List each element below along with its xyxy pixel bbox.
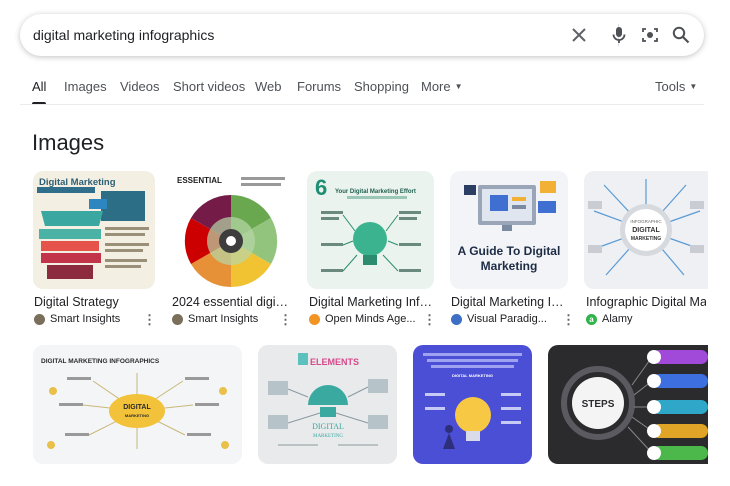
- thumb-headline-line1: A Guide To Digital: [458, 244, 561, 258]
- thumb-headline-line2: Marketing: [481, 259, 538, 273]
- tab-all[interactable]: All: [32, 79, 46, 94]
- caret-down-icon: ▼: [689, 82, 698, 91]
- microphone-icon[interactable]: [609, 25, 629, 45]
- image-title[interactable]: Digital Strategy: [34, 295, 154, 309]
- tab-web[interactable]: Web: [255, 79, 282, 94]
- source-name: Smart Insights: [50, 313, 121, 325]
- thumb-line3: MARKETING: [631, 236, 661, 242]
- thumb-title: Digital Marketing: [39, 177, 116, 188]
- thumb-line1: INFOGRAPHIC: [630, 219, 662, 224]
- tab-videos[interactable]: Videos: [120, 79, 160, 94]
- image-thumb-essential-digital[interactable]: ESSENTIAL: [171, 171, 291, 289]
- image-source[interactable]: Visual Paradig...: [451, 313, 547, 325]
- thumb-center-label: STEPS: [582, 399, 615, 410]
- tab-more-label: More: [421, 79, 451, 94]
- thumb-line2: DIGITAL: [312, 422, 344, 431]
- caret-down-icon: ▼: [454, 82, 463, 91]
- tab-forums[interactable]: Forums: [297, 79, 341, 94]
- image-thumb-infographic-elements[interactable]: ELEMENTS DIGITAL MARKETING: [258, 345, 397, 464]
- image-source[interactable]: Smart Insights: [172, 313, 258, 325]
- tab-images[interactable]: Images: [64, 79, 107, 94]
- source-name: Alamy: [602, 313, 633, 325]
- tab-shopping[interactable]: Shopping: [354, 79, 409, 94]
- image-source[interactable]: a Alamy: [586, 313, 633, 325]
- source-name: Smart Insights: [188, 313, 259, 325]
- thumb-title: ESSENTIAL: [177, 176, 222, 185]
- source-name: Visual Paradig...: [467, 313, 547, 325]
- image-title[interactable]: Infographic Digital Marke: [586, 295, 706, 309]
- thumb-number: 6: [315, 175, 327, 200]
- image-thumb-6-compelling-reasons[interactable]: 6 Your Digital Marketing Effort: [307, 171, 434, 289]
- thumb-line2: DIGITAL: [632, 227, 660, 234]
- image-thumb-lightbulb-digital-marketing[interactable]: DIGITAL MARKETING: [413, 345, 532, 464]
- image-title[interactable]: Digital Marketing Inf...: [451, 295, 567, 309]
- image-thumb-steps-infographic[interactable]: STEPS: [548, 345, 708, 464]
- tab-short-videos[interactable]: Short videos: [173, 79, 245, 94]
- image-thumb-digital-marketing-infographics[interactable]: DIGITAL MARKETING INFOGRAPHICS DIGITAL M…: [33, 345, 242, 464]
- thumb-title: ELEMENTS: [310, 357, 359, 367]
- thumb-title: DIGITAL MARKETING: [452, 373, 493, 378]
- source-favicon-icon: [172, 313, 183, 325]
- image-source[interactable]: Smart Insights: [34, 313, 120, 325]
- tabs-divider: [20, 104, 704, 105]
- image-title[interactable]: 2024 essential digital...: [172, 295, 290, 309]
- tools-button[interactable]: Tools ▼: [655, 79, 697, 94]
- clear-icon[interactable]: [569, 25, 589, 45]
- search-bar: [20, 14, 704, 56]
- section-title: Images: [32, 130, 105, 155]
- image-title[interactable]: Digital Marketing Infog...: [309, 295, 432, 309]
- search-input[interactable]: [33, 25, 533, 45]
- tools-label: Tools: [655, 79, 686, 94]
- source-name: Open Minds Age...: [325, 313, 416, 325]
- source-favicon-icon: a: [586, 313, 597, 325]
- thumb-title: Your Digital Marketing Effort: [335, 189, 416, 195]
- source-favicon-icon: [309, 313, 320, 325]
- image-source[interactable]: Open Minds Age...: [309, 313, 416, 325]
- source-favicon-icon: [451, 313, 462, 325]
- lens-camera-icon[interactable]: [640, 25, 660, 45]
- thumb-center-line1: DIGITAL: [123, 404, 151, 411]
- more-options-icon[interactable]: ⋮: [562, 313, 575, 326]
- image-thumb-digital-strategy[interactable]: Digital Marketing: [33, 171, 155, 289]
- search-tabs: All Images Videos Short videos Web Forum…: [0, 72, 730, 106]
- thumb-center-line2: MARKETING: [125, 413, 149, 418]
- tab-more[interactable]: More ▼: [421, 79, 463, 94]
- source-favicon-icon: [34, 313, 45, 325]
- search-icon[interactable]: [671, 25, 691, 45]
- more-options-icon[interactable]: ⋮: [143, 313, 156, 326]
- more-options-icon[interactable]: ⋮: [279, 313, 292, 326]
- thumb-title: DIGITAL MARKETING INFOGRAPHICS: [41, 358, 160, 365]
- thumb-line3: MARKETING: [313, 434, 343, 439]
- more-options-icon[interactable]: ⋮: [423, 313, 436, 326]
- image-thumb-infographic-digital-marketing[interactable]: INFOGRAPHIC DIGITAL MARKETING: [584, 171, 708, 289]
- image-thumb-guide-to-digital-marketing[interactable]: A Guide To Digital Marketing: [450, 171, 568, 289]
